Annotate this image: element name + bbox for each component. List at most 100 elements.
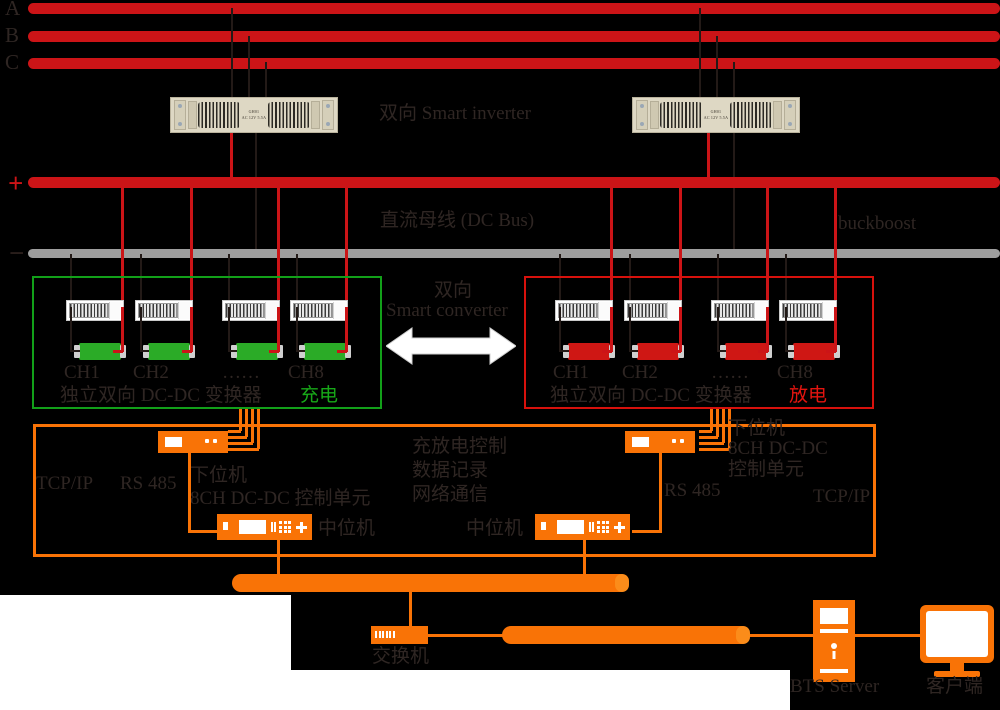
charge-ribbon-1 — [239, 409, 242, 431]
backbone-to-switch-link — [409, 592, 412, 628]
charge-ch1-neg-link — [70, 307, 72, 352]
smart-inverter-left[interactable]: GH01 AC 12V 5.5A — [170, 97, 338, 133]
switch-to-cable-link — [428, 634, 504, 637]
discharge-ch2-pos-link — [679, 307, 682, 352]
network-switch-device[interactable] — [371, 626, 428, 644]
server-to-client-link — [855, 634, 921, 637]
charge-channel-label-2: CH2 — [133, 362, 169, 383]
lower-unit-led-1-icon — [672, 439, 676, 443]
rs485-link-right-h — [632, 530, 662, 533]
charge-ellipsis-pos-link-h — [269, 350, 279, 353]
discharge-ch8-pos-link — [834, 307, 837, 352]
server-power-slot-icon — [832, 651, 836, 659]
lower-unit-label-left-line1: 下位机 — [190, 465, 248, 486]
inverter-right-dc-neg-wire — [733, 133, 735, 257]
inverter-panel-text: GH01 AC 12V 5.5A — [242, 109, 266, 121]
discharge-ellipsis-neg-link-h — [717, 350, 726, 352]
mid-unit-device-left[interactable] — [217, 514, 312, 540]
charge-ch2-pos-link — [190, 307, 193, 352]
terminal-block-icon — [714, 303, 754, 318]
control-function-1: 充放电控制 — [412, 436, 508, 457]
discharge-ellipsis-neg-link — [717, 307, 719, 352]
dc-bus-positive-marker: + — [8, 168, 24, 198]
charge-ch8-neg-link — [296, 307, 298, 352]
inverter-ear-right-icon — [321, 100, 334, 130]
discharge-ch8-neg-link — [785, 307, 787, 352]
charge-ch8-neg-link-h — [296, 350, 305, 352]
dc-bus-label: 直流母线 (DC Bus) — [380, 210, 535, 231]
mid-unit-dpad-icon — [296, 522, 307, 533]
bts-server-device[interactable] — [813, 600, 855, 682]
discharge-mode-label: 放电 — [789, 385, 828, 406]
charge-ribbon-4 — [257, 409, 260, 449]
charge-module-ellipsis[interactable] — [222, 300, 280, 321]
control-function-3: 网络通信 — [412, 484, 489, 505]
charge-ch1-neg-link-h — [70, 350, 80, 352]
rs485-label-left: RS 485 — [120, 473, 177, 494]
inverter-left-dc-neg-wire — [255, 133, 257, 257]
dc-bus-negative-marker: − — [9, 238, 25, 268]
lower-unit-led-1-icon — [205, 439, 209, 443]
cable-end-highlight — [615, 574, 629, 592]
lower-unit-device-left[interactable] — [158, 431, 228, 453]
smart-inverter-label: 双向 Smart inverter — [379, 103, 531, 124]
ac-drop-b-right — [716, 36, 718, 105]
discharge-ch2-pos-link-h — [671, 350, 681, 353]
charge-module-ch2[interactable] — [135, 300, 193, 321]
server-power-led-icon — [831, 643, 837, 649]
mid-unit-device-right[interactable] — [535, 514, 630, 540]
charge-module-ch8[interactable] — [290, 300, 348, 321]
smart-converter-label-line2: Smart converter — [386, 300, 508, 321]
phase-label-b: B — [5, 23, 20, 47]
lower-unit-label-left-line2: 8CH DC-DC 控制单元 — [190, 488, 371, 509]
client-monitor-device[interactable] — [920, 605, 994, 677]
lower-unit-label-right-line2: 8CH DC-DC — [728, 438, 828, 459]
terminal-block-icon — [627, 303, 667, 318]
discharge-ribbon-3 — [722, 409, 725, 443]
lower-unit-label-right-line3: 控制单元 — [728, 459, 805, 480]
charge-ch2-pos-link-h — [182, 350, 192, 353]
lower-unit-device-right[interactable] — [625, 431, 695, 453]
bts-server-label: BTS Server — [790, 676, 880, 697]
smart-inverter-right[interactable]: GH01 AC 12V 5.5A — [632, 97, 800, 133]
discharge-module-ellipsis[interactable] — [711, 300, 769, 321]
discharge-channel-label-8: CH8 — [777, 362, 813, 383]
phase-label-a: A — [5, 0, 21, 20]
inverter-ear-left-icon — [174, 100, 186, 130]
mid-unit-bars-icon — [271, 522, 276, 532]
discharge-ch1-neg-link — [559, 307, 561, 352]
charge-module-ch1[interactable] — [66, 300, 124, 321]
client-label: 客户端 — [926, 676, 984, 697]
terminal-block-icon — [138, 303, 178, 318]
inverter-fan-grille-left-icon — [198, 102, 241, 128]
charge-ribbon-3-h — [228, 442, 253, 445]
bidirectional-arrow-icon — [386, 327, 516, 365]
lower-unit-display-icon — [165, 437, 182, 447]
discharge-module-ch2[interactable] — [624, 300, 682, 321]
mid-unit-screen-icon — [557, 520, 584, 534]
charge-ellipsis-pos-link — [277, 307, 280, 352]
lower-unit-led-2-icon — [213, 439, 217, 443]
mid-unit-bars-icon — [589, 522, 594, 532]
charge-ellipsis-neg-link-h — [228, 350, 237, 352]
terminal-block-icon — [782, 303, 822, 318]
network-backbone-upper — [232, 574, 629, 592]
control-function-2: 数据记录 — [412, 460, 489, 481]
discharge-ribbon-4-h — [699, 448, 730, 451]
inverter2-panel-line2: AC 12V 5.5A — [703, 115, 729, 120]
discharge-module-ch8[interactable] — [779, 300, 837, 321]
discharge-group-caption: 独立双向 DC-DC 变换器 — [550, 385, 752, 406]
tcpip-label-right: TCP/IP — [813, 486, 871, 507]
inverter2-ear-right-icon — [783, 100, 796, 130]
discharge-ch2-neg-link-h — [629, 350, 638, 352]
monitor-screen-icon — [926, 611, 988, 657]
charge-ribbon-4-h — [228, 448, 259, 451]
ac-bus-a — [28, 3, 1000, 14]
discharge-ribbon-2 — [716, 409, 719, 437]
charge-group-caption: 独立双向 DC-DC 变换器 — [60, 385, 262, 406]
discharge-ch8-neg-link-h — [785, 350, 794, 352]
charge-ribbon-1-h — [228, 430, 241, 433]
discharge-module-ch1[interactable] — [555, 300, 613, 321]
charge-ribbon-2 — [245, 409, 248, 437]
terminal-block-icon — [558, 303, 598, 318]
